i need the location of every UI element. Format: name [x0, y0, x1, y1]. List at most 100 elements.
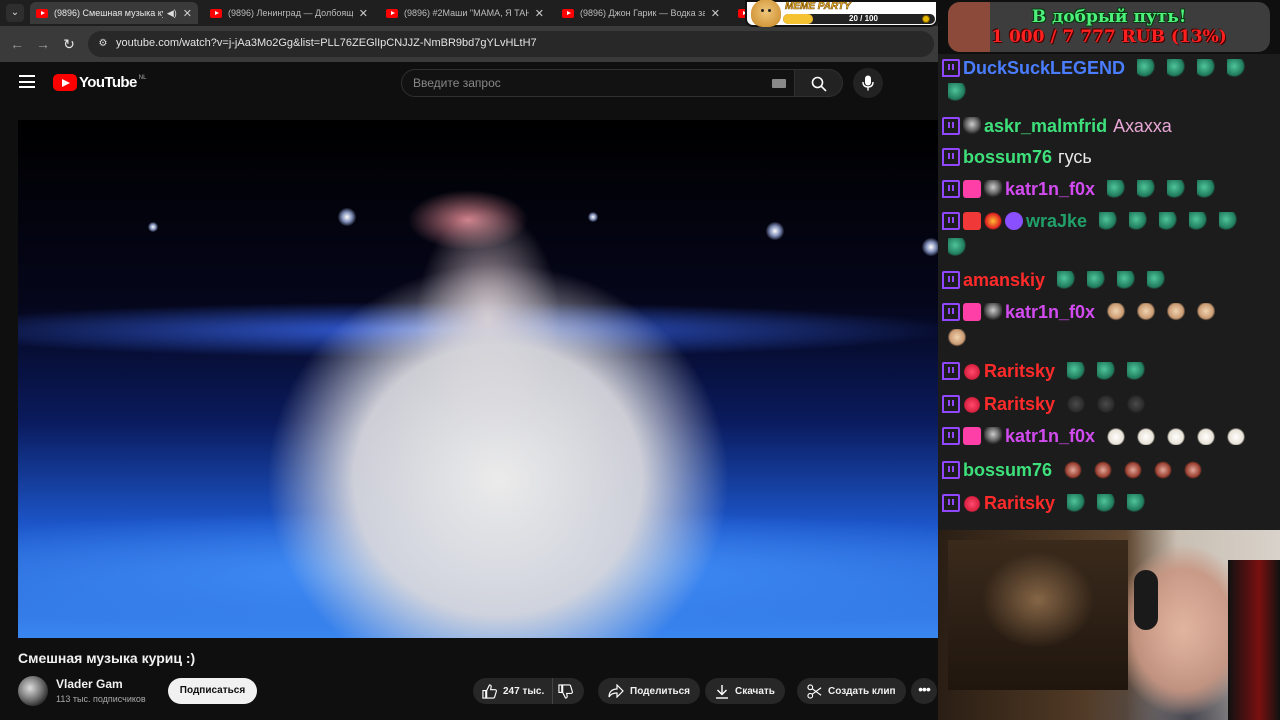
donation-goal-amount: 1 000 / 7 777 RUB (13%) [991, 27, 1227, 47]
shadow-emote-icon [1127, 395, 1146, 413]
chat-message: katr1n_f0x [942, 424, 1276, 448]
search-input[interactable] [413, 76, 753, 90]
frog-emote-icon [1159, 212, 1178, 230]
twitch-icon [942, 117, 960, 135]
chat-text: Ахахха [1113, 116, 1172, 136]
tab-close-icon[interactable]: ✕ [183, 7, 192, 20]
subscribe-button[interactable]: Подписаться [168, 678, 257, 704]
meme-party-title: MEME PARTY [785, 1, 851, 13]
chat-username[interactable]: Raritsky [984, 493, 1055, 513]
face-emote-icon [1137, 303, 1156, 321]
youtube-favicon-icon [386, 8, 398, 18]
browser-address-bar: ← → ↻ ⚙ youtube.com/watch?v=j-jAa3Mo2Gg&… [0, 26, 938, 62]
search-button[interactable] [795, 69, 843, 97]
keyboard-icon[interactable] [772, 79, 786, 88]
stage-light [922, 238, 938, 256]
rider-badge-icon [984, 303, 1002, 321]
chat-username[interactable]: katr1n_f0x [1005, 302, 1095, 322]
chat-username[interactable]: Raritsky [984, 394, 1055, 414]
forward-arrow-icon[interactable]: → [34, 35, 52, 53]
channel-row: Vlader Gam 113 тыс. подписчиков Подписат… [18, 676, 938, 708]
chat-message: Raritsky [942, 359, 1276, 383]
meat-emote-icon [1154, 461, 1173, 479]
chat-username[interactable]: katr1n_f0x [1005, 179, 1095, 199]
chat-username[interactable]: wraJke [1026, 211, 1087, 231]
chat-username[interactable]: askr_malmfrid [984, 116, 1107, 136]
browser-tab-partial[interactable] [732, 2, 746, 24]
voice-search-button[interactable] [853, 68, 883, 98]
frog-emote-icon [1197, 180, 1216, 198]
youtube-favicon-icon [210, 8, 222, 18]
chicken-emote-icon [1137, 427, 1156, 445]
download-label: Скачать [735, 685, 775, 697]
browser-tab[interactable]: (9896) #2Маши "МАМА, Я ТАНЦУЮ" ✕ [380, 2, 550, 24]
twitch-icon [942, 148, 960, 166]
dislike-button[interactable] [553, 678, 584, 704]
browser-tab[interactable]: (9896) Ленинград — Долбоящер ✕ [204, 2, 374, 24]
chat-username[interactable]: DuckSuckLEGEND [963, 58, 1125, 78]
chat-message-continuation [942, 235, 972, 259]
site-info-icon[interactable]: ⚙ [96, 37, 110, 51]
back-arrow-icon[interactable]: ← [8, 35, 26, 53]
youtube-logo[interactable]: YouTube NL [53, 74, 146, 91]
video-player[interactable] [18, 120, 938, 638]
url-field[interactable]: ⚙ youtube.com/watch?v=j-jAa3Mo2Gg&list=P… [88, 31, 934, 57]
tab-close-icon[interactable]: ✕ [359, 7, 368, 20]
twitch-icon [942, 180, 960, 198]
tab-search-button[interactable]: ⌄ [6, 4, 24, 22]
frog-emote-icon [1167, 180, 1186, 198]
donation-goal-bar: В добрый путь! 1 000 / 7 777 RUB (13%) [948, 2, 1270, 52]
mic-icon [862, 75, 874, 91]
rider-badge-icon [963, 117, 981, 135]
search-box [401, 69, 795, 97]
chat-username[interactable]: amanskiy [963, 270, 1045, 290]
face-emote-icon [1107, 303, 1126, 321]
meat-emote-icon [1124, 461, 1143, 479]
like-button[interactable]: 247 тыс. [473, 678, 553, 704]
chat-username[interactable]: Raritsky [984, 361, 1055, 381]
chat-username[interactable]: katr1n_f0x [1005, 426, 1095, 446]
face-emote-icon [948, 329, 966, 347]
twitch-icon [942, 427, 960, 445]
tab-close-icon[interactable]: ✕ [535, 7, 544, 20]
frog-emote-icon [1127, 362, 1146, 380]
youtube-logo-text: YouTube [79, 74, 137, 91]
chat-message: askr_malmfrid Ахахха [942, 114, 1276, 138]
meme-party-count: 20 / 100 [849, 14, 878, 23]
meme-party-bar: MEME PARTY 20 / 100 [745, 0, 938, 27]
meat-emote-icon [1094, 461, 1113, 479]
frog-emote-icon [948, 83, 966, 101]
url-text: youtube.com/watch?v=j-jAa3Mo2Gg&list=PLL… [116, 37, 537, 49]
share-button[interactable]: Поделиться [598, 678, 701, 704]
frog-emote-icon [1147, 271, 1166, 289]
share-icon [608, 684, 624, 698]
twitch-icon [942, 271, 960, 289]
more-actions-icon[interactable]: ••• [911, 678, 937, 704]
search-icon [811, 76, 827, 92]
chat-username[interactable]: bossum76 [963, 460, 1052, 480]
browser-tab-active[interactable]: (9896) Смешная музыка курица ◀) ✕ [30, 2, 198, 24]
browser-tab[interactable]: (9896) Джон Гарик — Водка заводская ✕ [556, 2, 726, 24]
stage-light [338, 208, 356, 226]
youtube-page: YouTube NL Смешная музыка куриц :) Vlade… [0, 62, 938, 720]
menu-icon[interactable] [19, 75, 35, 88]
chicken-emote-icon [1167, 427, 1186, 445]
frog-emote-icon [1087, 271, 1106, 289]
create-clip-button[interactable]: Создать клип [797, 678, 906, 704]
tab-close-icon[interactable]: ✕ [711, 7, 720, 20]
channel-avatar[interactable] [18, 676, 48, 706]
meat-emote-icon [1184, 461, 1203, 479]
twitch-icon [942, 395, 960, 413]
stage-light [588, 212, 598, 222]
channel-name[interactable]: Vlader Gam [56, 677, 123, 691]
download-button[interactable]: Скачать [705, 678, 785, 704]
sub-badge-icon [963, 427, 981, 445]
frog-emote-icon [1219, 212, 1238, 230]
youtube-header: YouTube NL [0, 62, 938, 104]
chat-username[interactable]: bossum76 [963, 147, 1052, 167]
reload-icon[interactable]: ↻ [60, 35, 78, 53]
frog-emote-icon [1129, 212, 1148, 230]
youtube-favicon-icon [36, 8, 48, 18]
chat-message: amanskiy [942, 268, 1276, 292]
speaker-icon[interactable]: ◀) [167, 8, 177, 19]
